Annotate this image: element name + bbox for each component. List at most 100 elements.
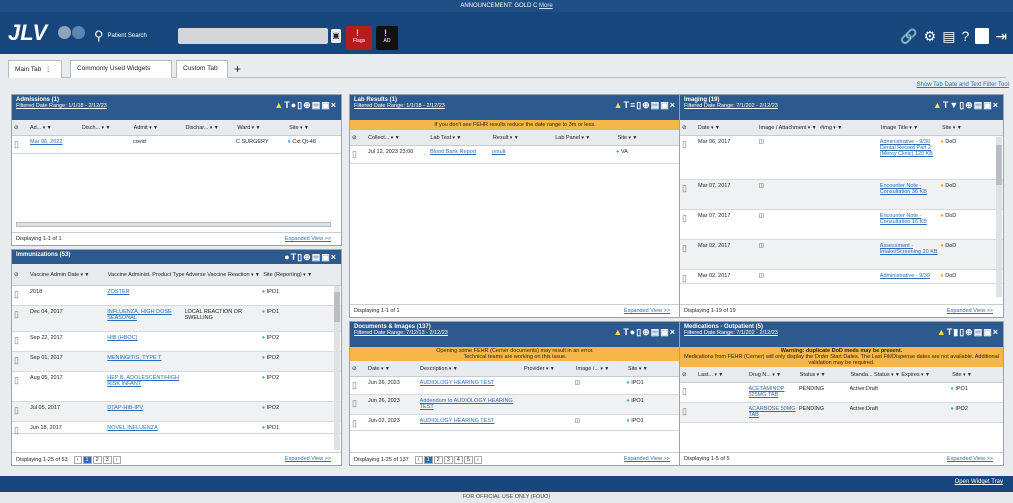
col-header[interactable]: Vaccine Administ. Product Type [108, 272, 186, 278]
announcement-more-link[interactable]: More [539, 3, 553, 9]
cell[interactable]: INFLUENZA, HIGH DOSE SEASONAL [107, 309, 184, 321]
widget-toolbar-icons[interactable]: ▲T▼▯⊕▤▣× [933, 100, 999, 111]
cell[interactable]: Blood Bank Report [430, 149, 492, 155]
page-button[interactable]: 4 [453, 456, 463, 464]
document-icon[interactable]: ▯ [352, 149, 368, 160]
col-header[interactable]: Ward [237, 125, 289, 131]
col-header[interactable]: Ad... [30, 125, 82, 131]
table-row[interactable]: ▯ Mar 06, 2017 ◫ Administrative - 9/30 Dent… [680, 136, 1003, 180]
logout-icon[interactable]: ⇥ [995, 28, 1007, 45]
cell[interactable]: result [492, 149, 554, 155]
col-header[interactable]: Site [628, 366, 680, 372]
prev-page-icon[interactable]: ‹ [414, 456, 423, 464]
cell[interactable]: Encounter Note - Consultation 16 KB [880, 213, 941, 225]
cell[interactable]: ACETAMINOP 325MG TAB [749, 386, 800, 398]
table-row[interactable]: ▯2018 ZOSTER IPO1 [12, 286, 341, 306]
col-header[interactable]: Admit [134, 125, 186, 131]
image-icon[interactable]: ◫ [759, 213, 820, 219]
page-button[interactable]: 2 [92, 456, 102, 464]
image-icon[interactable]: ◫ [575, 380, 627, 386]
widget-toolbar-icons[interactable]: ●T▯⊕▤▣× [284, 252, 337, 263]
col-header[interactable]: Image Title [881, 125, 942, 131]
table-row[interactable]: ▯Sep 01, 2017 MENINGITIS, TYPE T IPO2 [12, 352, 341, 372]
warning-icon[interactable]: ▲ [937, 327, 947, 337]
table-row[interactable]: ▯ Mar 07, 2017 ◫ Encounter Note - Consultat… [680, 180, 1003, 210]
table-row[interactable]: ▯ ACARBOSE 50MG TABPENDING Active:Draft IPO… [680, 403, 1003, 423]
table-row[interactable]: ▯ Dec 04, 2017 INFLUENZA, HIGH DOSE SEASON… [12, 306, 341, 332]
document-icon[interactable]: ▯ [14, 309, 30, 320]
document-icon[interactable]: ▯ [682, 273, 698, 284]
add-tab-icon[interactable]: + [234, 62, 241, 76]
document-icon[interactable]: ▯ [14, 425, 30, 436]
prev-page-icon[interactable]: ‹ [73, 456, 82, 464]
col-header[interactable]: Site [289, 125, 341, 131]
horizontal-scrollbar[interactable] [16, 222, 331, 227]
patient-search-button[interactable]: ⚲ Patient Search [94, 28, 147, 44]
expanded-view-link[interactable]: Expanded View >> [624, 308, 670, 314]
document-icon[interactable]: ▯ [352, 418, 368, 429]
page-button[interactable]: 3 [443, 456, 453, 464]
document-icon[interactable]: ▯ [14, 375, 30, 386]
help-icon[interactable]: ? [961, 28, 969, 45]
table-row[interactable]: ▯ Mar 07, 2017 ◫ Encounter Note - Consultat… [680, 210, 1003, 240]
page-button[interactable]: 1 [423, 456, 433, 464]
image-icon[interactable]: ◫ [759, 183, 820, 189]
col-header[interactable]: Date [698, 125, 759, 131]
table-row[interactable]: ▯Jul 05, 2017 DTAP-HIB-IPV IPO2 [12, 402, 341, 422]
col-header[interactable]: Site (Reporting) [263, 272, 341, 278]
document-icon[interactable]: ▯ [682, 386, 698, 397]
checkbox-icon[interactable]: ⊘ [352, 135, 368, 141]
col-header[interactable]: Date [368, 366, 420, 372]
expanded-view-link[interactable]: Expanded View >> [624, 456, 670, 462]
document-icon[interactable]: ▯ [14, 355, 30, 366]
col-header[interactable]: Result [493, 135, 555, 141]
cell[interactable]: Mar 06, 2022 [30, 139, 82, 145]
patient-banner-button[interactable]: ▣ [331, 29, 341, 43]
gear-icon[interactable]: ⚙ [924, 28, 937, 45]
cell[interactable]: DTAP-HIB-IPV [107, 405, 184, 411]
widget-toolbar-icons[interactable]: ▲T●▯⊕▤▣× [613, 327, 676, 338]
document-icon[interactable]: ▯ [682, 406, 698, 417]
warning-icon[interactable]: ▲ [933, 100, 943, 110]
checkbox-icon[interactable]: ⊘ [682, 125, 698, 131]
document-icon[interactable]: ▯ [352, 380, 368, 391]
col-header[interactable]: Image / Attachment [759, 125, 820, 131]
col-header[interactable]: Site [952, 372, 1003, 378]
table-row[interactable]: ▯ Mar 02, 2017 ◫ Assessment - Intake/Screen… [680, 240, 1003, 270]
col-header[interactable]: Description [420, 366, 524, 372]
tab-custom[interactable]: Custom Tab [176, 60, 228, 78]
checkbox-icon[interactable]: ⊘ [14, 125, 30, 131]
table-row[interactable]: ▯Jun 18, 2017 NOVEL INFLUENZA IPO1 [12, 422, 341, 436]
col-header[interactable]: Provider [524, 366, 576, 372]
document-icon[interactable]: ▯ [682, 243, 698, 254]
patient-banner-field[interactable] [178, 28, 328, 44]
col-header[interactable]: Adverse Vaccine Reaction [186, 272, 264, 278]
col-header[interactable]: Site [942, 125, 1003, 131]
document-icon[interactable]: ▯ [14, 335, 30, 346]
page-button[interactable]: 2 [433, 456, 443, 464]
next-page-icon[interactable]: › [473, 456, 482, 464]
cell[interactable]: ACARBOSE 50MG TAB [749, 406, 800, 418]
user-card-icon[interactable] [975, 28, 990, 44]
table-row[interactable]: ▯ ACETAMINOP 325MG TAB PENDING Active:Draft… [680, 383, 1003, 403]
col-header[interactable]: Image /... [576, 366, 628, 372]
document-icon[interactable]: ▯ [682, 183, 698, 194]
col-header[interactable]: Lab Panel [555, 135, 617, 141]
warning-icon[interactable]: ▲ [274, 100, 284, 110]
document-icon[interactable]: ▯ [352, 398, 368, 409]
checkbox-icon[interactable]: ⊘ [14, 272, 30, 278]
image-icon[interactable]: ◫ [575, 418, 627, 424]
next-page-icon[interactable]: › [112, 456, 121, 464]
image-icon[interactable]: ◫ [759, 243, 820, 249]
expanded-view-link[interactable]: Expanded View >> [947, 456, 993, 462]
link-icon[interactable]: 🔗 [900, 28, 917, 45]
cell[interactable]: HEP B, ADOLESCENT/HIGH RISK INFANT [107, 375, 184, 387]
document-icon[interactable]: ▤ [942, 28, 955, 45]
col-header[interactable]: Last... [698, 372, 749, 378]
document-icon[interactable]: ▯ [14, 405, 30, 416]
col-header[interactable]: Site [618, 135, 680, 141]
document-icon[interactable]: ▯ [682, 139, 698, 150]
warning-icon[interactable]: ▲ [614, 100, 624, 110]
expanded-view-link[interactable]: Expanded View >> [285, 456, 331, 462]
table-row[interactable]: ▯Sep 22, 2017 HIB (HBOC) IPO2 [12, 332, 341, 352]
